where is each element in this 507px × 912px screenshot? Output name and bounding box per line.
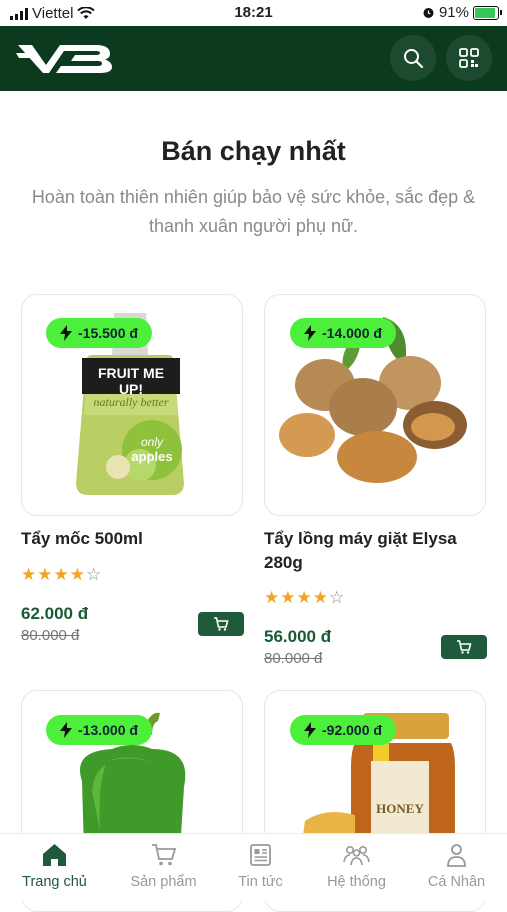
battery-icon xyxy=(473,5,502,20)
star-filled-icon: ★ xyxy=(312,588,328,607)
rating-stars: ★ ★ ★ ★ ☆ xyxy=(21,565,101,585)
discount-badge: -13.000 đ xyxy=(46,715,152,745)
tab-label: Hệ thống xyxy=(327,874,386,890)
status-bar: Viettel 18:21 91% xyxy=(0,0,507,26)
section-title: Bán chạy nhất xyxy=(161,136,346,166)
tab-label: Trang chủ xyxy=(22,874,87,890)
product-image-flavor: only xyxy=(140,435,163,449)
tab-system[interactable]: Hệ thống xyxy=(306,842,407,890)
home-icon xyxy=(43,844,66,866)
product-name[interactable]: Tẩy lồng máy giặt Elysa 280g xyxy=(264,527,486,575)
rating-stars: ★ ★ ★ ★ ☆ xyxy=(264,588,344,608)
tab-news[interactable]: Tin tức xyxy=(210,842,311,890)
star-filled-icon: ★ xyxy=(264,588,280,607)
discount-badge: -92.000 đ xyxy=(290,715,396,745)
discount-value: -15.500 đ xyxy=(78,325,138,341)
tab-label: Tin tức xyxy=(238,874,283,890)
cart-icon xyxy=(152,844,177,866)
product-price: 62.000 đ xyxy=(21,604,89,623)
star-filled-icon: ★ xyxy=(280,588,296,607)
star-filled-icon: ★ xyxy=(296,588,312,607)
star-filled-icon: ★ xyxy=(69,565,85,584)
add-to-cart-button[interactable] xyxy=(441,635,487,659)
star-empty-icon: ☆ xyxy=(86,565,102,584)
qr-code-icon xyxy=(459,48,479,68)
discount-value: -92.000 đ xyxy=(322,722,382,738)
flash-icon xyxy=(60,722,72,738)
discount-value: -13.000 đ xyxy=(78,722,138,738)
flash-icon xyxy=(60,325,72,341)
product-image-tagline: naturally better xyxy=(93,395,169,409)
section-subtitle: Hoàn toàn thiên nhiên giúp bảo vệ sức kh… xyxy=(31,187,476,236)
tab-label: Cá Nhân xyxy=(427,874,486,890)
product-old-price: 80.000 đ xyxy=(264,650,323,667)
battery-percent: 91% xyxy=(438,4,469,21)
flash-icon xyxy=(304,325,316,341)
battery-group: 91% xyxy=(422,4,502,21)
tab-profile[interactable]: Cá Nhân xyxy=(406,842,507,890)
alarm-icon xyxy=(423,8,434,18)
search-icon xyxy=(404,49,424,69)
product-price: 56.000 đ xyxy=(264,627,332,646)
cart-icon xyxy=(214,617,229,631)
flash-icon xyxy=(304,722,316,738)
product-image-label: HONEY xyxy=(376,801,424,816)
star-filled-icon: ★ xyxy=(37,565,53,584)
qr-scan-button[interactable] xyxy=(446,35,492,81)
tab-products[interactable]: Sản phẩm xyxy=(113,842,214,890)
news-icon xyxy=(250,844,271,866)
search-button[interactable] xyxy=(390,35,436,81)
tab-home[interactable]: Trang chủ xyxy=(4,842,105,890)
product-name[interactable]: Tẩy mốc 500ml xyxy=(21,527,243,551)
app-header xyxy=(0,26,507,91)
star-filled-icon: ★ xyxy=(53,565,69,584)
discount-badge: -14.000 đ xyxy=(290,318,396,348)
star-empty-icon: ☆ xyxy=(329,588,345,607)
discount-badge: -15.500 đ xyxy=(46,318,152,348)
product-old-price: 80.000 đ xyxy=(21,627,80,644)
brand-logo[interactable] xyxy=(16,39,114,79)
add-to-cart-button[interactable] xyxy=(198,612,244,636)
product-image-flavor: apples xyxy=(131,449,173,464)
discount-value: -14.000 đ xyxy=(322,325,382,341)
product-image-brand: FRUIT ME UP! xyxy=(97,365,165,397)
cart-icon xyxy=(457,640,472,654)
tab-label: Sản phẩm xyxy=(130,874,197,890)
people-icon xyxy=(343,846,370,866)
star-filled-icon: ★ xyxy=(21,565,37,584)
user-icon xyxy=(447,844,466,867)
bottom-tab-bar: Trang chủ Sản phẩm Tin tức Hệ thống Cá N… xyxy=(0,833,507,900)
